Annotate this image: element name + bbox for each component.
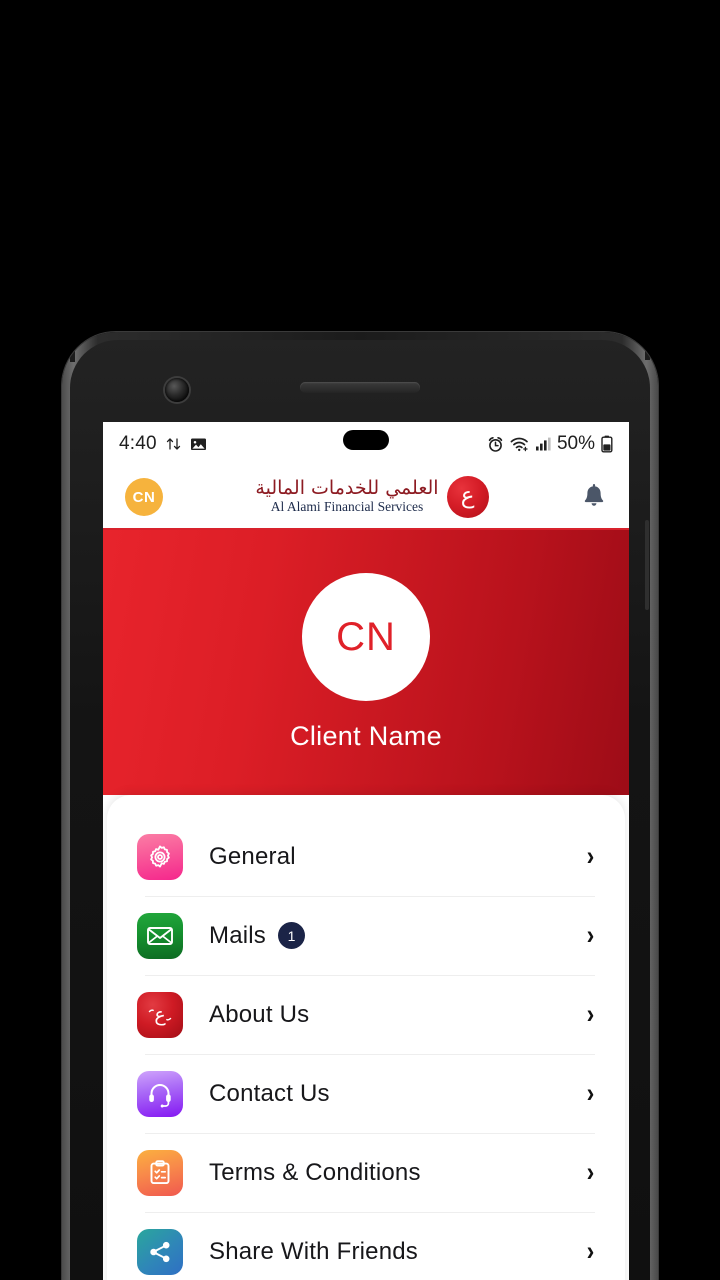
menu-item-label: Mails <box>209 921 267 949</box>
company-logo-icon: ع <box>446 476 489 518</box>
brand-name-english: Al Alami Financial Services <box>270 499 424 515</box>
phone-screen: 4:40 50% CN العلمي للخدمات المالية Al Al… <box>103 422 629 1280</box>
alarm-icon <box>487 436 504 453</box>
menu-item-about-us[interactable]: ع About Us › <box>137 975 595 1054</box>
status-time: 4:40 <box>119 433 157 454</box>
menu-list: General › Mails 1 › ع About Us › Contact… <box>107 817 625 1280</box>
menu-item-share-with-friends[interactable]: Share With Friends › <box>137 1212 595 1280</box>
menu-item-label: General <box>209 842 296 870</box>
menu-item-label: Contact Us <box>209 1079 330 1107</box>
phone-bezel: 4:40 50% CN العلمي للخدمات المالية Al Al… <box>70 338 650 1280</box>
signal-icon <box>535 436 551 452</box>
gear-icon <box>137 833 183 880</box>
clipboard-icon <box>137 1149 183 1196</box>
profile-avatar[interactable]: CN <box>302 573 430 701</box>
menu-item-mails[interactable]: Mails 1 › <box>137 896 595 975</box>
menu-card: General › Mails 1 › ع About Us › Contact… <box>107 795 625 1280</box>
camera-punch-hole <box>343 430 389 450</box>
chevron-right-icon: › <box>586 1078 595 1108</box>
menu-item-label: About Us <box>209 1000 310 1028</box>
menu-item-contact-us[interactable]: Contact Us › <box>137 1054 595 1133</box>
wifi-icon <box>510 436 529 452</box>
chevron-right-icon: › <box>586 1236 595 1266</box>
mails-badge: 1 <box>278 922 306 949</box>
company-logo-glyph: ع <box>460 482 475 509</box>
status-bar: 4:40 50% <box>103 422 629 466</box>
headset-icon <box>137 1070 183 1117</box>
svg-text:ع: ع <box>154 1004 166 1026</box>
chevron-right-icon: › <box>586 1157 595 1187</box>
chevron-right-icon: › <box>586 841 595 871</box>
power-button[interactable] <box>70 338 75 362</box>
chevron-right-icon: › <box>586 920 595 950</box>
data-sync-icon <box>166 436 181 452</box>
header-avatar[interactable]: CN <box>125 478 163 516</box>
share-icon <box>137 1228 183 1275</box>
status-bar-left: 4:40 <box>119 433 207 455</box>
client-name: Client Name <box>290 721 442 751</box>
side-button-top[interactable] <box>645 338 650 360</box>
profile-hero: CN Client Name <box>103 530 629 795</box>
menu-item-terms-conditions[interactable]: Terms & Conditions › <box>137 1133 595 1212</box>
bell-icon[interactable] <box>581 483 607 511</box>
screenshot-stage: 4:40 50% CN العلمي للخدمات المالية Al Al… <box>0 0 720 1280</box>
status-bar-right: 50% <box>487 433 613 455</box>
battery-percent: 50% <box>556 433 595 454</box>
app-header: CN العلمي للخدمات المالية Al Alami Finan… <box>103 466 629 530</box>
chevron-right-icon: › <box>586 999 595 1029</box>
battery-icon <box>601 435 613 453</box>
phone-frame: 4:40 50% CN العلمي للخدمات المالية Al Al… <box>62 332 658 1280</box>
envelope-icon <box>137 912 183 959</box>
brand-text: العلمي للخدمات المالية Al Alami Financia… <box>255 477 439 515</box>
volume-rocker-button[interactable] <box>645 520 649 610</box>
front-camera-icon <box>165 378 189 402</box>
menu-item-general[interactable]: General › <box>137 817 595 896</box>
earpiece-speaker <box>300 382 420 393</box>
menu-item-label: Terms & Conditions <box>209 1158 421 1186</box>
brand-logo: العلمي للخدمات المالية Al Alami Financia… <box>255 476 489 518</box>
company-logo-icon: ع <box>137 991 183 1038</box>
brand-name-arabic: العلمي للخدمات المالية <box>255 477 439 500</box>
image-icon <box>190 436 207 452</box>
menu-item-label: Share With Friends <box>209 1237 419 1265</box>
